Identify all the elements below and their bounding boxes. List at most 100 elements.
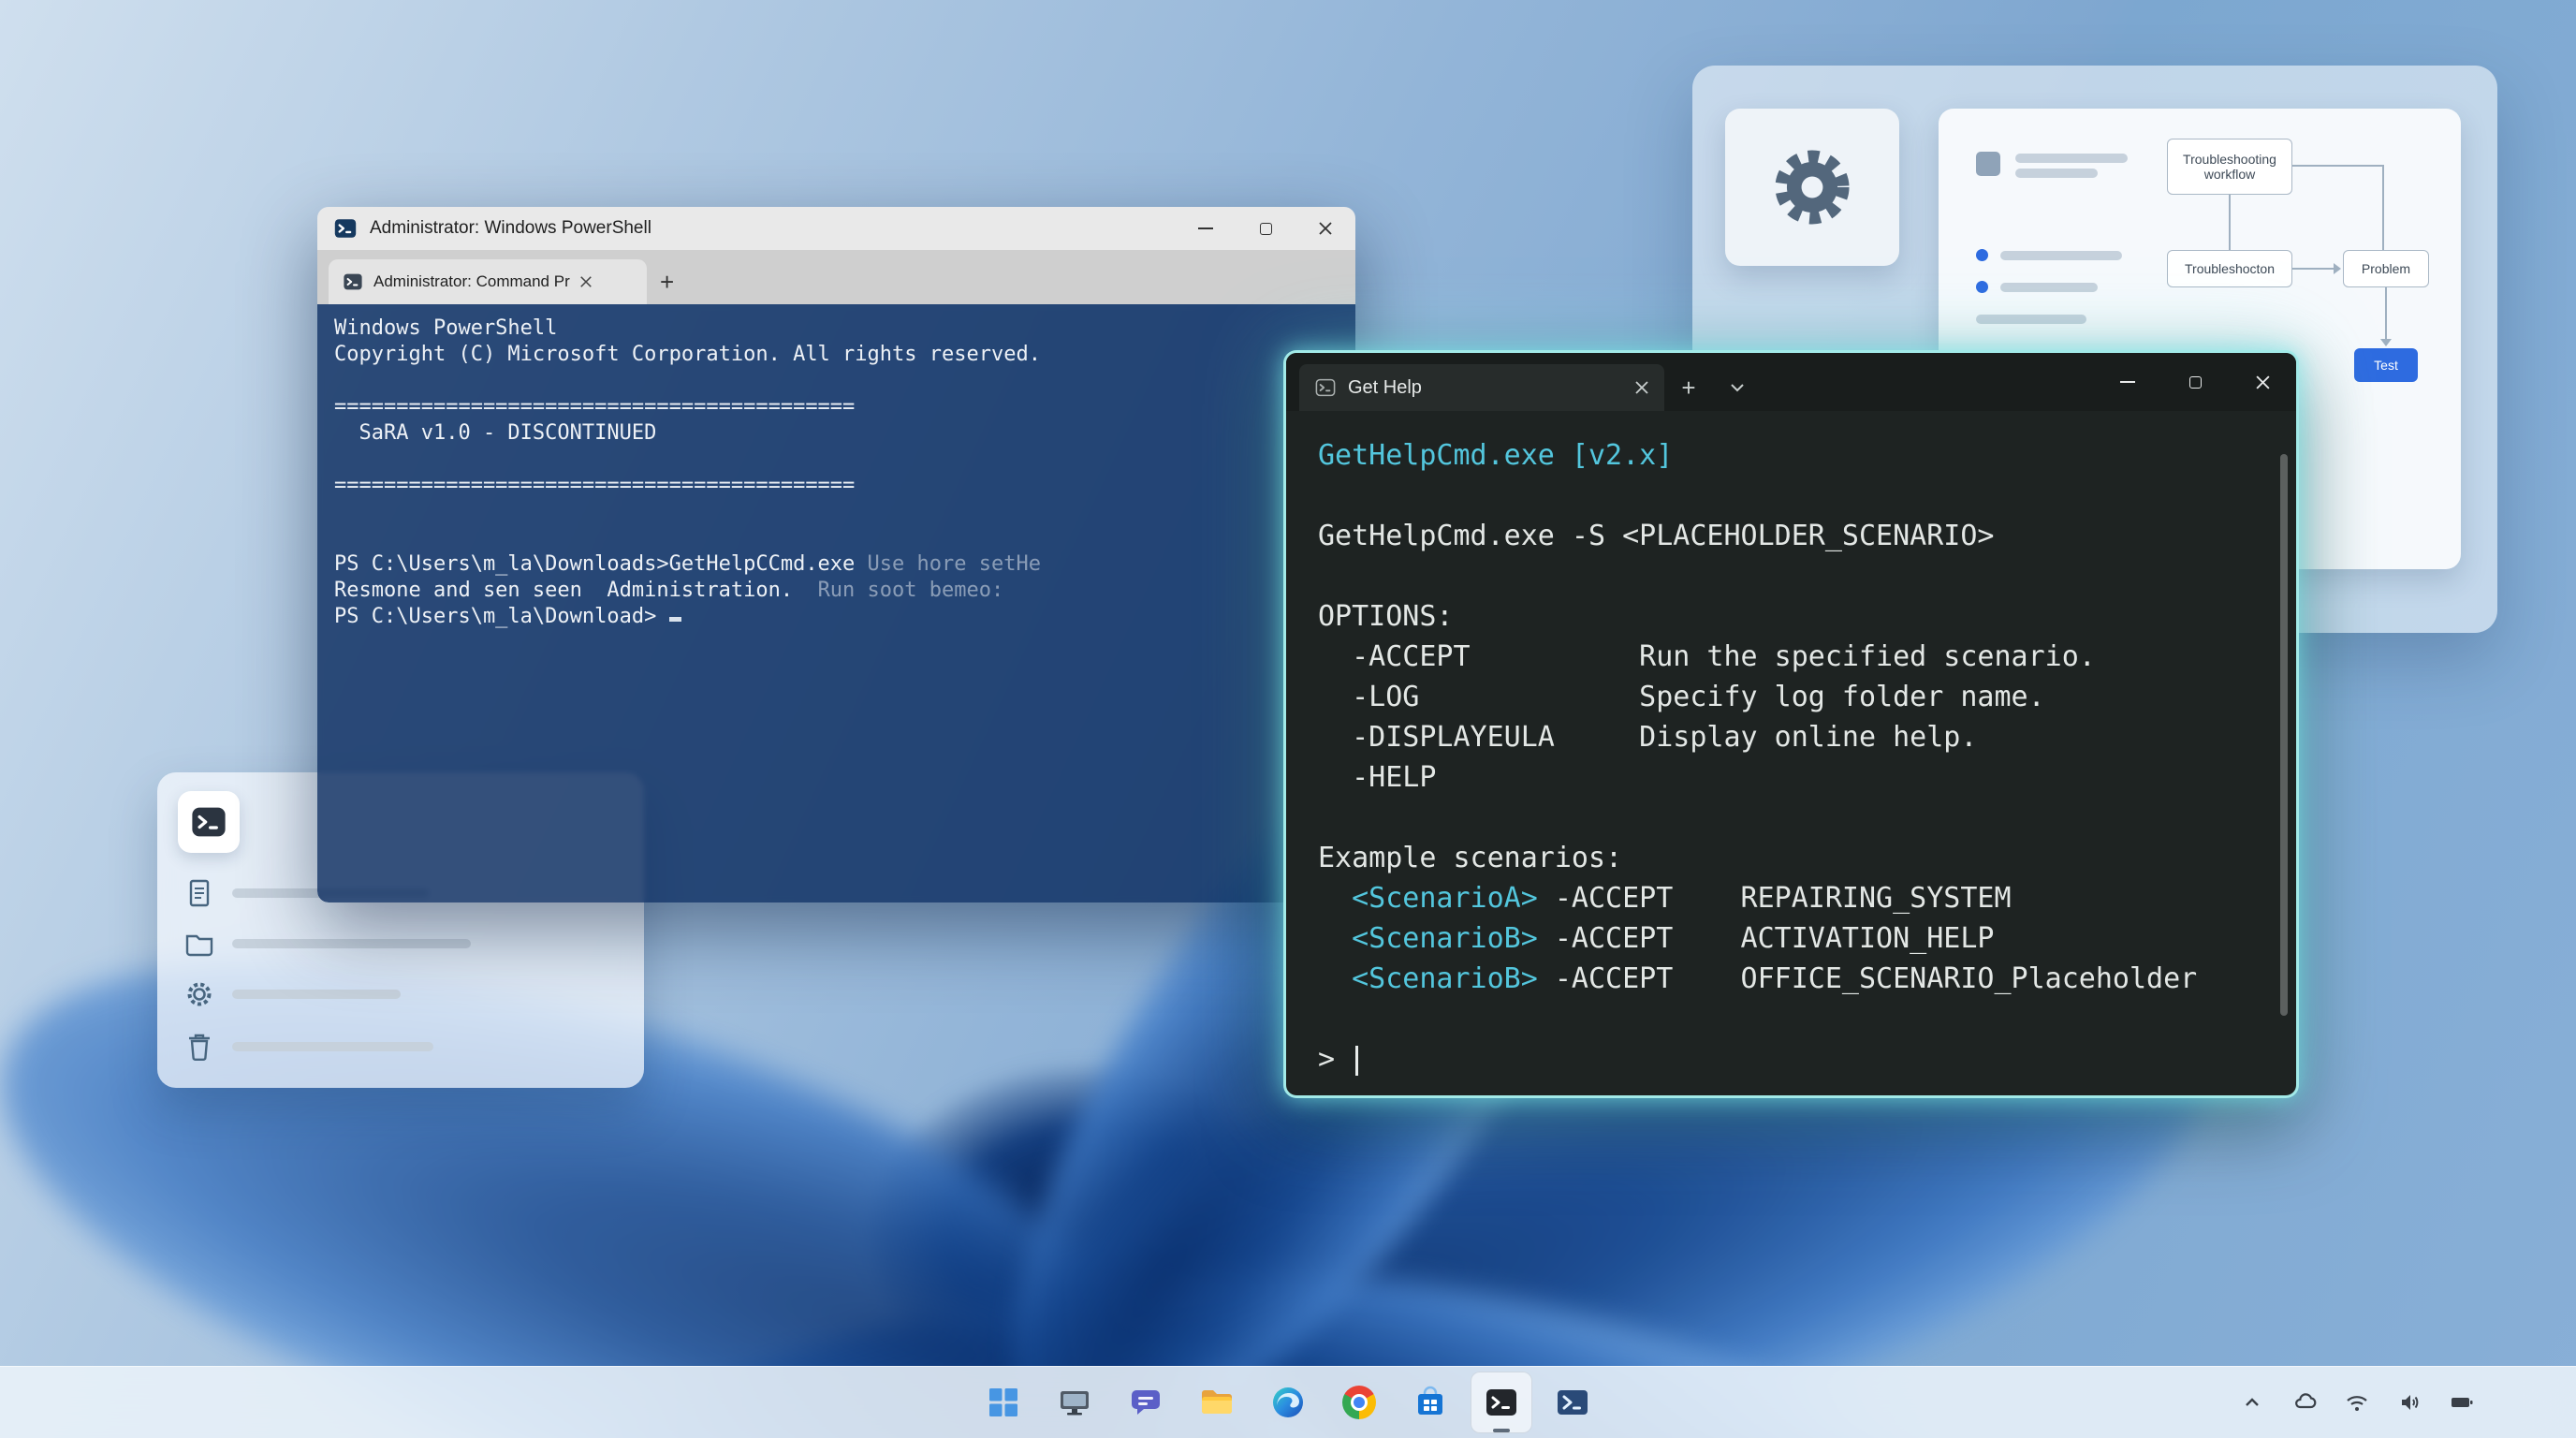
volume-button[interactable] <box>2389 1380 2430 1425</box>
flow-connector <box>2292 268 2334 270</box>
list-item <box>183 978 401 1010</box>
list-item <box>183 1031 433 1063</box>
maximize-icon <box>1260 223 1272 235</box>
close-icon <box>1318 221 1333 236</box>
close-button[interactable] <box>1295 207 1355 250</box>
powershell-button[interactable] <box>1542 1372 1603 1433</box>
cloud-icon <box>2291 1389 2318 1416</box>
flow-box-troubleshocton: Troubleshocton <box>2167 250 2292 287</box>
tab-dropdown-button[interactable] <box>1713 364 1762 411</box>
skeleton-line <box>1976 315 2086 324</box>
tab-administrator-command-prompt[interactable]: Administrator: Command Pr <box>329 259 647 304</box>
terminal-line <box>334 447 1339 473</box>
monitor-icon <box>1056 1384 1093 1421</box>
folder-icon <box>1198 1384 1236 1421</box>
terminal-line <box>334 368 1339 394</box>
terminal-button[interactable] <box>1471 1372 1532 1433</box>
terminal-line <box>334 525 1339 551</box>
onedrive-button[interactable] <box>2284 1380 2325 1425</box>
powershell-icon <box>332 215 359 242</box>
new-tab-button[interactable]: + <box>660 268 674 297</box>
tab-label: Get Help <box>1348 377 1623 399</box>
maximize-button[interactable] <box>2161 353 2229 411</box>
terminal-line: Windows PowerShell <box>334 315 1339 342</box>
edge-button[interactable] <box>1257 1372 1319 1433</box>
powershell-window: Administrator: Windows PowerShell Admini… <box>317 207 1355 902</box>
skeleton-dot <box>1976 281 1988 293</box>
get-help-console[interactable]: GetHelpCmd.exe [v2.x] GetHelpCmd.exe -S … <box>1286 411 2296 1095</box>
scrollbar[interactable] <box>2280 454 2288 1016</box>
terminal-line: GetHelpCmd.exe [v2.x] <box>1318 435 2296 476</box>
battery-button[interactable] <box>2441 1380 2482 1425</box>
tab-get-help[interactable]: Get Help <box>1299 364 1664 411</box>
powershell-icon <box>1554 1384 1591 1421</box>
store-icon <box>1412 1384 1449 1421</box>
command-prompt-icon <box>342 271 364 293</box>
maximize-button[interactable] <box>1236 207 1295 250</box>
start-button[interactable] <box>973 1372 1034 1433</box>
terminal-icon <box>1483 1384 1520 1421</box>
terminal-line: <ScenarioB> -ACCEPT ACTIVATION_HELP <box>1318 918 2296 959</box>
wifi-icon <box>2344 1389 2370 1416</box>
flow-connector <box>2385 287 2387 340</box>
terminal-line: GetHelpCmd.exe -S <PLACEHOLDER_SCENARIO> <box>1318 516 2296 556</box>
close-button[interactable] <box>2229 353 2296 411</box>
new-tab-button[interactable]: + <box>1664 364 1713 411</box>
get-help-window: Get Help + GetHelpCmd.exe [v2.x] GetHelp… <box>1283 350 2299 1098</box>
file-explorer-button[interactable] <box>1186 1372 1248 1433</box>
terminal-icon <box>188 801 229 843</box>
terminal-line <box>334 499 1339 525</box>
console-output: GetHelpCmd.exe [v2.x] GetHelpCmd.exe -S … <box>1318 435 2296 1079</box>
battery-icon <box>2449 1389 2475 1416</box>
powershell-tab-row: Administrator: Command Pr + <box>317 250 1355 304</box>
settings-illustration-card <box>1725 109 1899 266</box>
network-button[interactable] <box>2336 1380 2378 1425</box>
tab-label: Administrator: Command Pr <box>373 272 570 291</box>
close-tab-icon[interactable] <box>1634 380 1649 395</box>
trash-icon <box>183 1031 215 1063</box>
flow-test-button[interactable]: Test <box>2354 348 2418 382</box>
store-button[interactable] <box>1399 1372 1461 1433</box>
flow-arrow-right <box>2334 263 2341 274</box>
chat-button[interactable] <box>1115 1372 1177 1433</box>
minimize-button[interactable] <box>1176 207 1236 250</box>
chat-icon <box>1127 1384 1164 1421</box>
terminal-line: > <box>1318 1039 2296 1079</box>
skeleton-line <box>2015 154 2128 163</box>
system-tray <box>2232 1380 2482 1425</box>
chevron-down-icon <box>1729 379 1746 396</box>
desktop-button[interactable] <box>1044 1372 1105 1433</box>
close-icon <box>2255 374 2271 390</box>
minimize-button[interactable] <box>2094 353 2161 411</box>
window-title: Administrator: Windows PowerShell <box>370 218 1176 239</box>
close-tab-icon[interactable] <box>579 275 593 288</box>
flow-arrow-down <box>2380 339 2392 346</box>
powershell-console[interactable]: Windows PowerShellCopyright (C) Microsof… <box>317 304 1355 902</box>
powershell-titlebar[interactable]: Administrator: Windows PowerShell <box>317 207 1355 250</box>
flow-connector <box>2292 165 2384 167</box>
terminal-line: -LOG Specify log folder name. <box>1318 677 2296 717</box>
terminal-line: <ScenarioB> -ACCEPT OFFICE_SCENARIO_Plac… <box>1318 959 2296 999</box>
terminal-line <box>1318 476 2296 516</box>
terminal-line <box>1318 999 2296 1039</box>
chevron-up-icon <box>2239 1389 2265 1416</box>
skeleton-square <box>1976 152 2000 176</box>
hidden-icons-button[interactable] <box>2232 1380 2273 1425</box>
terminal-line: -DISPLAYEULA Display online help. <box>1318 717 2296 757</box>
terminal-icon <box>1314 376 1337 399</box>
terminal-line <box>1318 798 2296 838</box>
flow-connector <box>2382 165 2384 250</box>
skeleton-line <box>2000 251 2122 260</box>
document-icon <box>183 877 215 909</box>
skeleton-line <box>232 990 401 999</box>
chrome-button[interactable] <box>1328 1372 1390 1433</box>
terminal-line: Copyright (C) Microsoft Corporation. All… <box>334 342 1339 368</box>
skeleton-line <box>232 939 471 948</box>
skeleton-line <box>2015 169 2098 178</box>
windows-logo-icon <box>985 1384 1022 1421</box>
chrome-icon <box>1342 1386 1376 1419</box>
flow-box-troubleshooting-workflow: Troubleshooting workflow <box>2167 139 2292 195</box>
list-item <box>183 928 471 960</box>
skeleton-dot <box>1976 249 1988 261</box>
get-help-tabbar[interactable]: Get Help + <box>1286 353 2296 411</box>
